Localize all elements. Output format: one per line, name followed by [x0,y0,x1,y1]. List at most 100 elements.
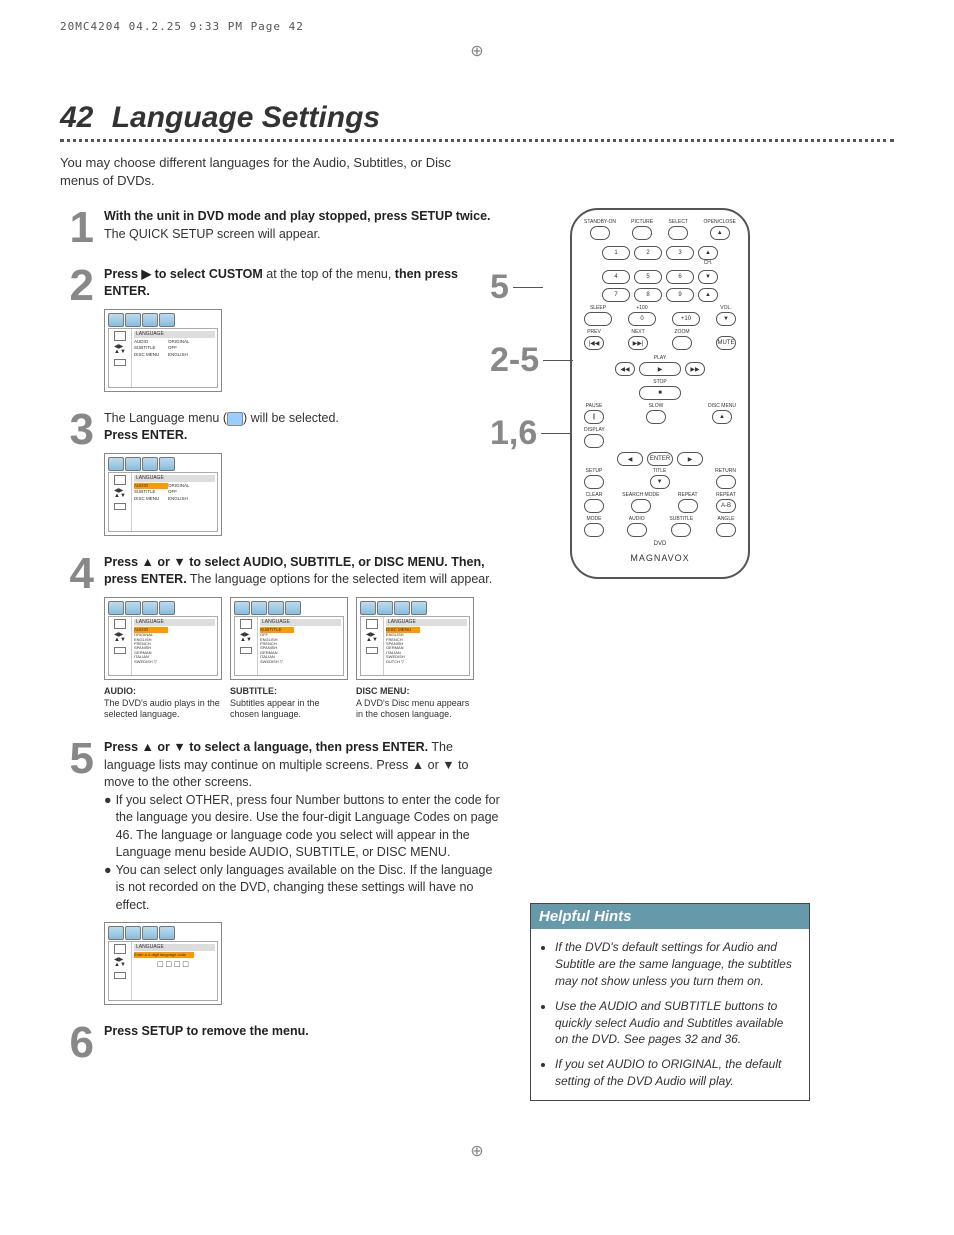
btn-1: 1 [602,246,630,260]
next-label: NEXT [631,330,644,335]
step-3-lead: The Language menu ( [104,411,227,425]
btn-ff: ▶▶ [685,362,705,376]
print-header: 20MC4204 04.2.25 9:33 PM Page 42 [60,20,894,33]
btn-vol-up: ▲ [698,288,718,302]
btn-2: 2 [634,246,662,260]
intro-text: You may choose different languages for t… [60,154,490,190]
ch-label: CH. [704,261,713,266]
repeat-label: REPEAT [678,493,698,498]
play-label: PLAY [654,356,666,361]
bullet-icon: ● [104,792,112,862]
btn-ab: A-B [716,499,736,513]
step-2: 2 Press ▶ to select CUSTOM at the top of… [60,266,500,392]
menu-screenshot-subtitle: ◀▶▲▼ LANGUAGE SUBTITLE OFFENGLISHFRENCHS… [230,597,350,721]
btn-mode [584,523,604,537]
btn-discmenu: ▲ [712,410,732,424]
btn-pause: || [584,410,604,424]
btn-0: 0 [628,312,656,326]
btn-open-label: OPEN/CLOSE [703,220,736,225]
step-1-number: 1 [60,208,94,248]
btn-return [716,475,736,489]
btn-prev: |◀◀ [584,336,604,350]
btn-repeat [678,499,698,513]
step-5-bullet-2: You can select only languages available … [116,862,500,915]
btn-mute: MUTE [716,336,736,350]
play-icon: ▶ [142,267,152,281]
caption-audio-body: The DVD's audio plays in the selected la… [104,698,220,720]
title-text: Language Settings [112,101,380,134]
btn-vol-down: ▼ [716,312,736,326]
btn-ch-down: ▼ [698,270,718,284]
step-1-bold: With the unit in DVD mode and play stopp… [104,209,491,223]
btn-rew: ◀◀ [615,362,635,376]
title-label: TITLE [653,469,667,474]
btn-clear [584,499,604,513]
callout-5: 5 [490,268,573,307]
btn-7: 7 [602,288,630,302]
title-divider [60,139,894,142]
search-label: SEARCH MODE [622,493,659,498]
btn-sleep [584,312,612,326]
language-tab-icon [227,412,243,426]
discmenu-label: DISC MENU [708,404,736,409]
btn-standby [590,226,610,240]
slow-label: SLOW [649,404,664,409]
btn-enter: ENTER [647,452,673,466]
btn-5: 5 [634,270,662,284]
btn-stop: ■ [639,386,681,400]
remote-illustration: STANDBY-ON PICTURE SELECT OPEN/CLOSE▲ 1 … [570,208,750,579]
btn-picture [632,226,652,240]
step-5-number: 5 [60,739,94,1005]
btn-standby-label: STANDBY-ON [584,220,616,225]
step-4-rest: The language options for the selected it… [187,572,493,586]
btn-9: 9 [666,288,694,302]
menu-screenshot-other: ◀▶▲▼ LANGUAGE Enter a 4-digit language c… [104,922,222,1005]
other-code-label: Enter a 4-digit language code [134,952,194,958]
lang-list-subtitle: OFFENGLISHFRENCHSPANISHGERMANITALIANSWED… [260,633,341,664]
crop-mark-icon: ⊕ [60,41,894,61]
btn-audio [627,523,647,537]
btn-right: ▶ [677,452,703,466]
helpful-hints-box: Helpful Hints If the DVD's default setti… [530,903,810,1100]
hint-item-1: If the DVD's default settings for Audio … [555,939,797,989]
setup-label: SETUP [586,469,603,474]
menu-header: LANGUAGE [134,331,215,338]
step-5-bold: Press ▲ or ▼ to select a language, then … [104,740,428,754]
btn-zoom [672,336,692,350]
sleep-label: SLEEP [590,306,606,311]
step-5: 5 Press ▲ or ▼ to select a language, the… [60,739,500,1005]
btn-select [668,226,688,240]
hint-item-3: If you set AUDIO to ORIGINAL, the defaul… [555,1056,797,1090]
row-discmenu: DISC MENU [134,496,168,502]
btn-subtitle [671,523,691,537]
lang-list-audio: ORIGINALENGLISHFRENCHSPANISHGERMANITALIA… [134,633,215,664]
step-6: 6 Press SETUP to remove the menu. [60,1023,500,1063]
menu-screenshot-audio: ◀▶▲▼ LANGUAGE AUDIO ORIGINALENGLISHFRENC… [104,597,224,721]
btn-next: ▶▶| [628,336,648,350]
btn-ch-up: ▲ [698,246,718,260]
repeat2-label: REPEAT [716,493,736,498]
step-3-number: 3 [60,410,94,536]
step-1: 1 With the unit in DVD mode and play sto… [60,208,500,248]
step-3-bold: Press ENTER. [104,428,187,442]
pause-label: PAUSE [586,404,603,409]
callout-1-6: 1,6 [490,414,573,453]
bullet-icon: ● [104,862,112,915]
row-discmenu-val: ENGLISH [168,352,188,358]
vol-label: VOL. [720,306,731,311]
step-1-rest: The QUICK SETUP screen will appear. [104,227,321,241]
caption-audio-title: AUDIO: [104,686,136,696]
crop-mark-icon: ⊕ [60,1141,894,1161]
btn-8: 8 [634,288,662,302]
row-discmenu-val: ENGLISH [168,496,188,502]
clear-label: CLEAR [586,493,603,498]
return-label: RETURN [715,469,736,474]
step-4: 4 Press ▲ or ▼ to select AUDIO, SUBTITLE… [60,554,500,721]
btn-setup [584,475,604,489]
page-number: 42 [60,101,93,134]
btn-3: 3 [666,246,694,260]
btn-select-label: SELECT [669,220,688,225]
menu-screenshot-custom: ◀▶▲▼ LANGUAGE AUDIOORIGINAL SUBTITLEOFF … [104,309,222,392]
btn-picture-label: PICTURE [631,220,653,225]
plus100-label: +100 [636,306,647,311]
